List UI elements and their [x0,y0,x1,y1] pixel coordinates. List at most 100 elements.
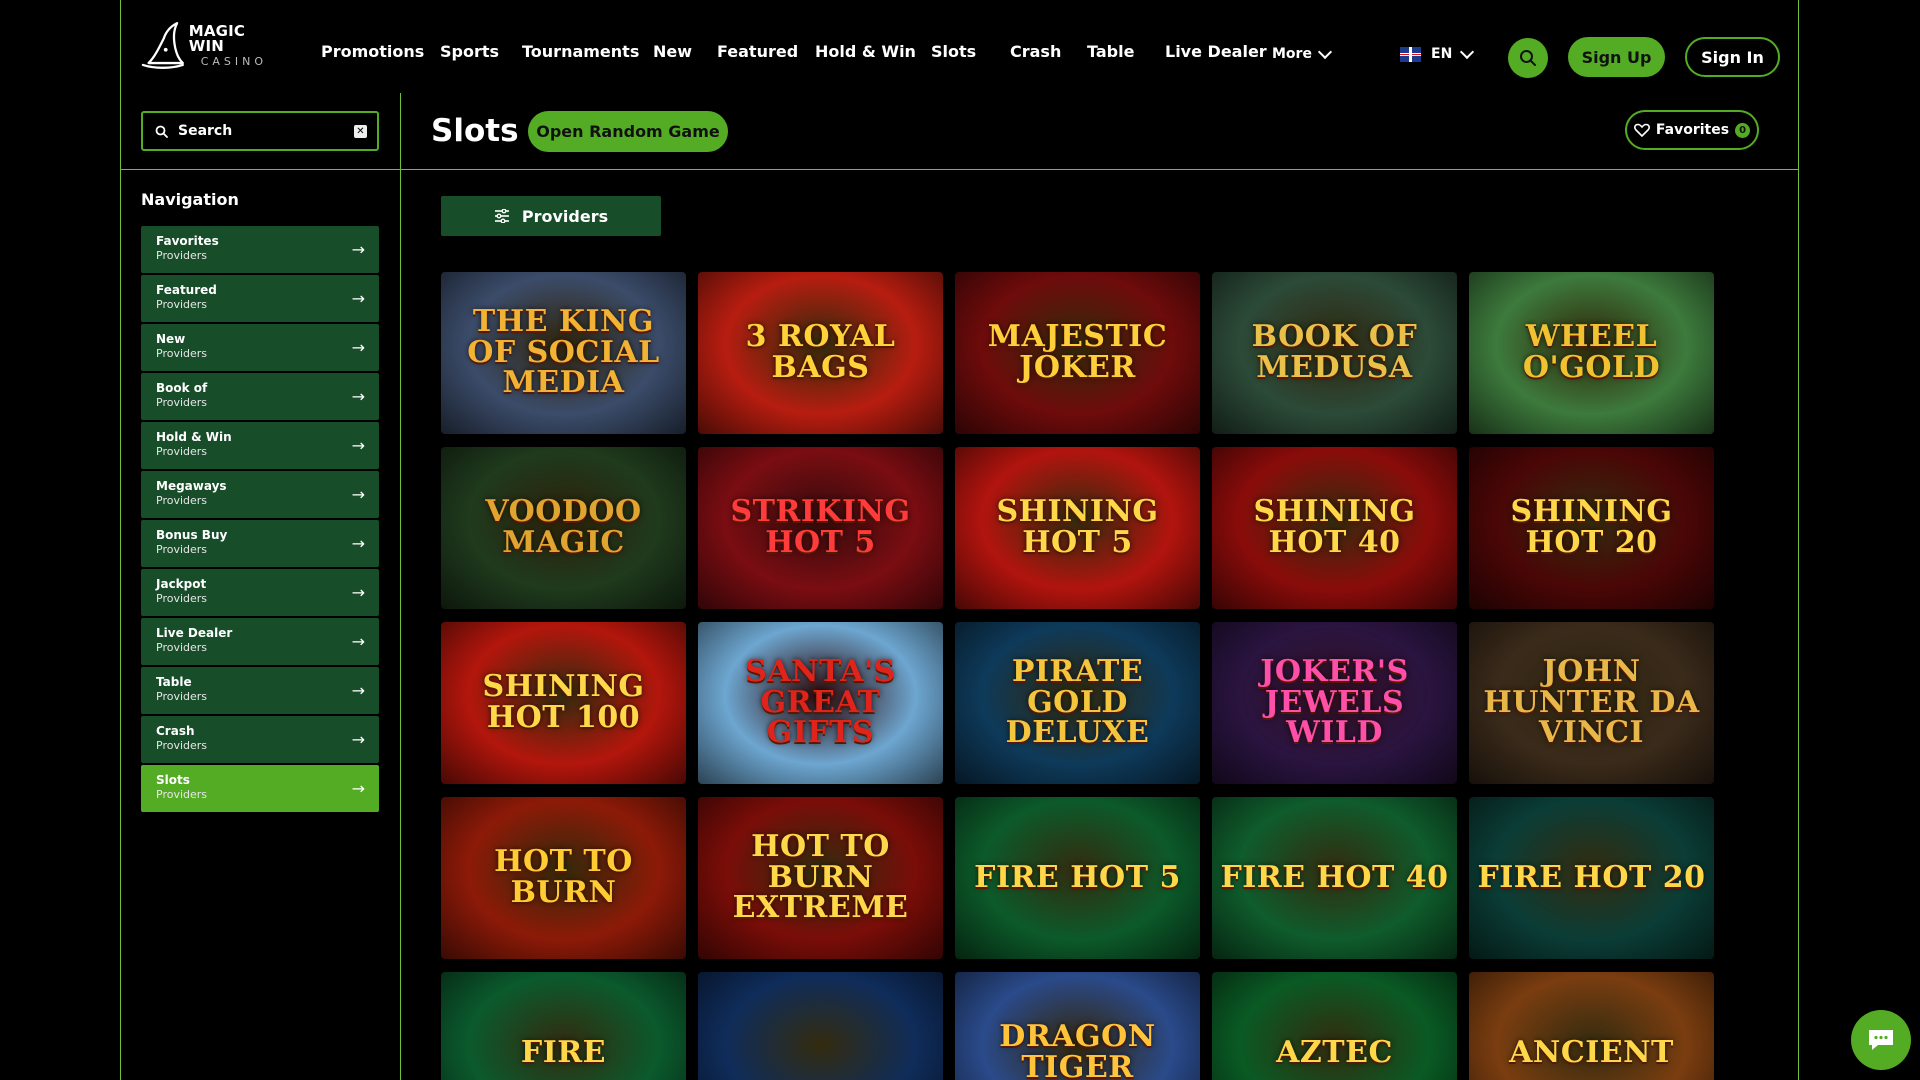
sidebar-item-favorites[interactable]: Favorites Providers → [141,226,379,273]
sidebar-item-hold-win[interactable]: Hold & Win Providers → [141,422,379,469]
search-button[interactable] [1508,38,1548,78]
sidebar-item-bonus-buy[interactable]: Bonus Buy Providers → [141,520,379,567]
nav-live-dealer[interactable]: Live Dealer [1165,42,1267,61]
sidebar-item-title: Favorites [156,234,219,248]
sidebar-item-new[interactable]: New Providers → [141,324,379,371]
game-tile[interactable]: SANTA'S GREAT GIFTS [698,622,943,784]
game-tile[interactable]: FIRE HOT 40 [1212,797,1457,959]
sign-up-button[interactable]: Sign Up [1568,37,1665,77]
search-input[interactable]: Search ✕ [141,111,379,151]
nav-tournaments[interactable]: Tournaments [522,42,639,61]
filter-sliders-icon [494,209,509,223]
nav-table[interactable]: Table [1087,42,1134,61]
open-random-game-button[interactable]: Open Random Game [528,111,728,152]
favorites-label: Favorites [1655,122,1730,138]
nav-new[interactable]: New [653,42,692,61]
game-tile[interactable]: FIRE [441,972,686,1080]
nav-slots[interactable]: Slots [931,42,976,61]
game-tile[interactable]: PIRATE GOLD DELUXE [955,622,1200,784]
brand-name: MAGIC WIN [188,21,246,55]
game-tile[interactable]: BOOK OF MEDUSA [1212,272,1457,434]
game-title: FIRE HOT 20 [1477,859,1706,895]
game-title: FIRE HOT 40 [1220,859,1449,895]
nav-promotions[interactable]: Promotions [321,42,424,61]
sidebar-item-table[interactable]: Table Providers → [141,667,379,714]
game-tile[interactable] [698,972,943,1080]
favorites-button[interactable]: Favorites 0 [1625,110,1759,150]
sidebar-item-subtitle: Providers [156,494,208,507]
chat-bubble-icon [1869,1030,1893,1050]
game-tile[interactable]: 3 ROYAL BAGS [698,272,943,434]
sidebar-item-book-of[interactable]: Book of Providers → [141,373,379,420]
sidebar-item-subtitle: Providers [156,347,208,360]
game-tile[interactable]: SHINING HOT 100 [441,622,686,784]
arrow-right-icon: → [351,436,365,455]
heart-icon [1633,123,1650,137]
game-tile[interactable]: THE KING OF SOCIAL MEDIA [441,272,686,434]
game-tile[interactable]: HOT TO BURN [441,797,686,959]
game-tile[interactable]: DRAGON TIGER [955,972,1200,1080]
clear-search-icon[interactable]: ✕ [354,125,367,138]
game-tile[interactable]: FIRE HOT 20 [1469,797,1714,959]
game-title: 3 ROYAL BAGS [745,319,896,385]
game-title: PIRATE GOLD DELUXE [1005,654,1150,751]
navigation-heading: Navigation [141,190,239,209]
chevron-down-icon [1460,44,1475,59]
uk-flag-icon [1400,46,1421,62]
game-title: SHINING HOT 100 [482,669,645,735]
game-title: VOODOO MAGIC [485,494,642,560]
game-tile[interactable]: VOODOO MAGIC [441,447,686,609]
sidebar-divider [121,169,401,170]
game-title: MAJESTIC JOKER [987,319,1168,385]
sidebar-item-title: New [156,332,186,346]
game-title: SHINING HOT 5 [996,494,1159,560]
brand-logo[interactable]: MAGIC WIN CASINO [141,20,281,70]
game-tile[interactable]: JOKER'S JEWELS WILD [1212,622,1457,784]
sign-in-button[interactable]: Sign In [1685,37,1780,77]
nav-more-label: More [1272,46,1312,62]
language-selector[interactable]: EN [1400,44,1475,62]
wizard-hat-icon [141,22,184,69]
chevron-down-icon [1317,44,1333,59]
sidebar-item-featured[interactable]: Featured Providers → [141,275,379,322]
nav-featured[interactable]: Featured [717,42,798,61]
arrow-right-icon: → [351,583,365,602]
game-title: THE KING OF SOCIAL MEDIA [467,304,660,401]
sidebar-item-title: Slots [156,773,190,787]
sidebar-item-crash[interactable]: Crash Providers → [141,716,379,763]
favorites-count-badge: 0 [1735,122,1751,138]
game-tile[interactable]: ANCIENT [1469,972,1714,1080]
sidebar-item-jackpot[interactable]: Jackpot Providers → [141,569,379,616]
live-chat-button[interactable] [1851,1010,1911,1070]
sidebar-item-megaways[interactable]: Megaways Providers → [141,471,379,518]
game-tile[interactable]: HOT TO BURN EXTREME [698,797,943,959]
nav-hold-and-win[interactable]: Hold & Win [815,42,916,61]
game-tile[interactable]: JOHN HUNTER DA VINCI [1469,622,1714,784]
game-tile[interactable]: AZTEC [1212,972,1457,1080]
game-tile[interactable]: STRIKING HOT 5 [698,447,943,609]
sidebar-item-subtitle: Providers [156,739,208,752]
game-tile[interactable]: FIRE HOT 5 [955,797,1200,959]
providers-button[interactable]: Providers [441,196,661,236]
nav-more-dropdown[interactable]: More [1272,44,1333,62]
nav-crash[interactable]: Crash [1010,42,1061,61]
sidebar-item-subtitle: Providers [156,396,208,409]
game-tile[interactable]: SHINING HOT 40 [1212,447,1457,609]
game-tile[interactable]: SHINING HOT 5 [955,447,1200,609]
sidebar-item-subtitle: Providers [156,641,208,654]
brand-subname: CASINO [200,54,268,68]
game-title: HOT TO BURN [494,844,633,910]
arrow-right-icon: → [351,289,365,308]
sidebar-item-subtitle: Providers [156,592,208,605]
game-title: SHINING HOT 40 [1253,494,1416,560]
game-tile[interactable]: SHINING HOT 20 [1469,447,1714,609]
game-tile[interactable]: MAJESTIC JOKER [955,272,1200,434]
game-title: SANTA'S GREAT GIFTS [745,654,896,751]
sidebar-item-slots[interactable]: Slots Providers → [141,765,379,812]
game-title: JOKER'S JEWELS WILD [1260,654,1409,751]
sidebar-item-title: Table [156,675,192,689]
game-tile[interactable]: WHEEL O'GOLD [1469,272,1714,434]
sidebar-item-live-dealer[interactable]: Live Dealer Providers → [141,618,379,665]
nav-sports[interactable]: Sports [440,42,499,61]
sidebar-item-subtitle: Providers [156,543,208,556]
